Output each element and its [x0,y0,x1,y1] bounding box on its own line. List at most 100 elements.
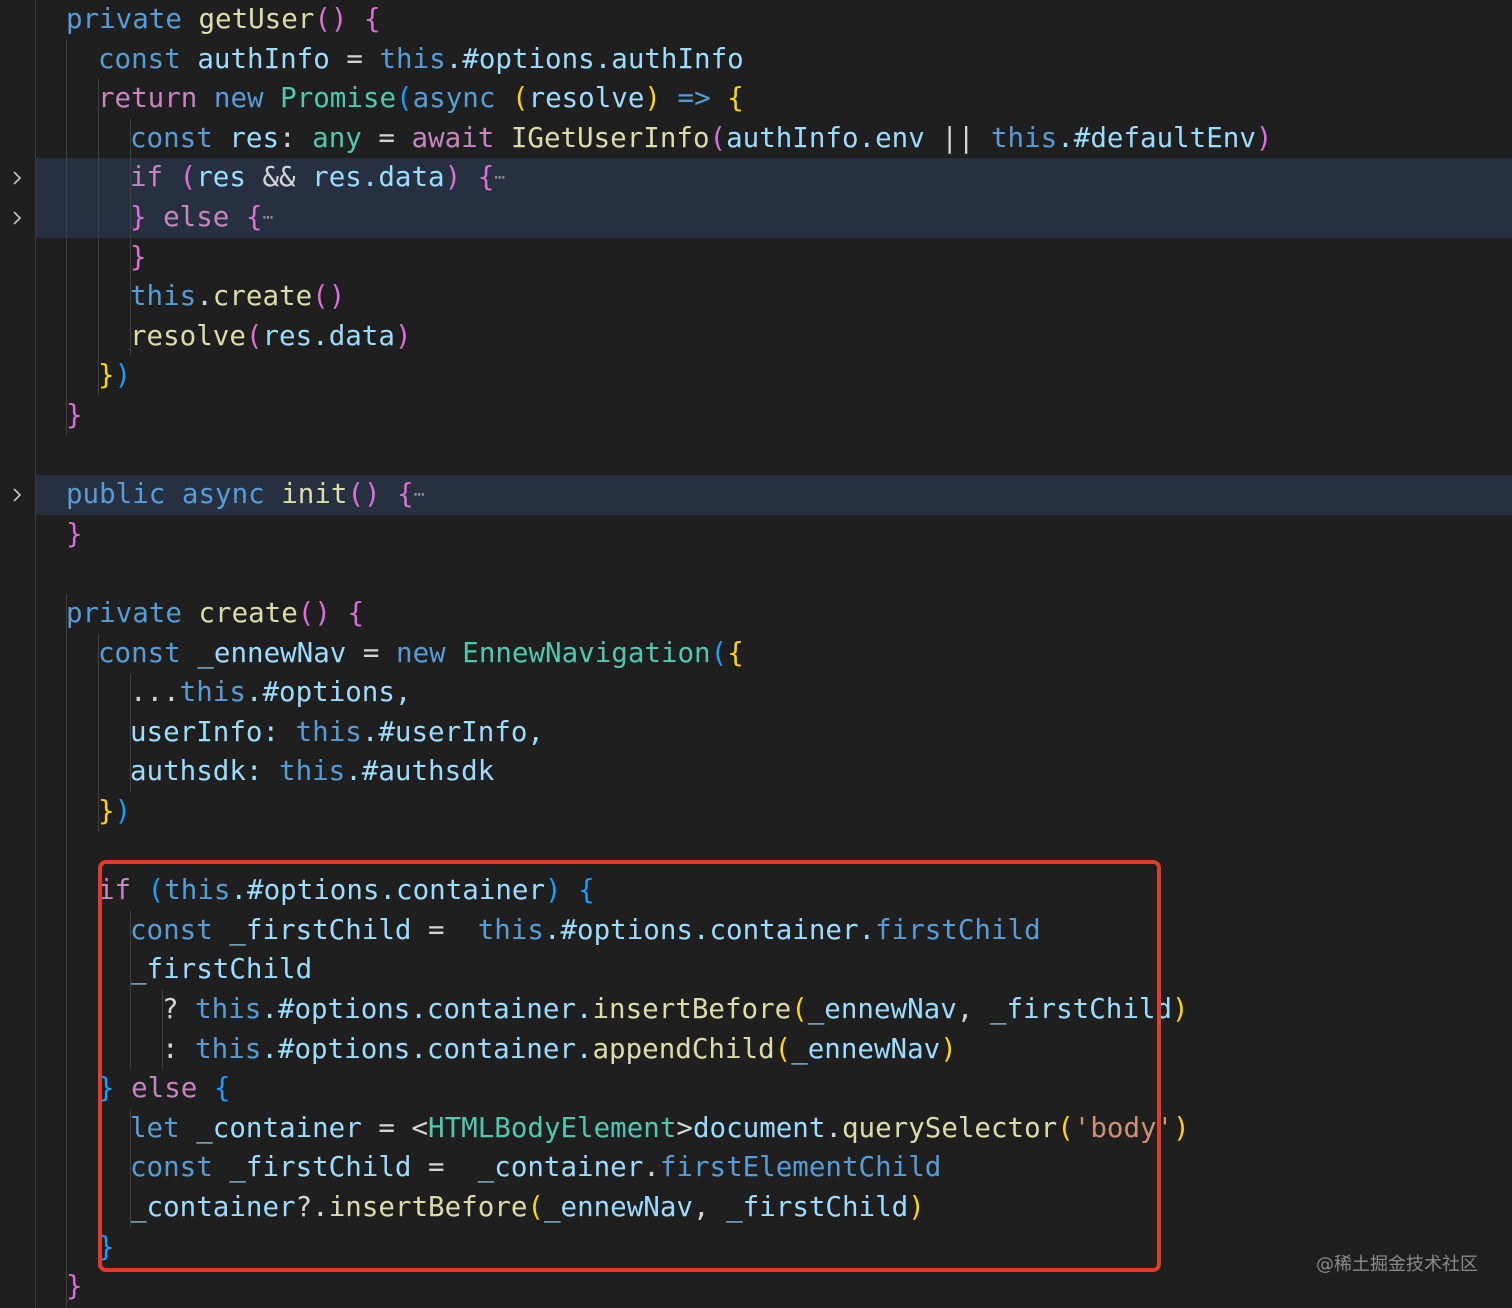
chevron-right-icon[interactable] [8,486,26,504]
code-token: : [279,121,313,154]
code-line[interactable]: resolve(res.data) [36,317,1512,357]
code-line[interactable]: private getUser() { [36,0,1512,40]
code-token: } [98,795,115,827]
code-text: }) [98,792,131,832]
code-text: this.create() [130,277,345,317]
code-token: => [660,82,728,115]
code-line[interactable]: }) [36,792,1512,832]
code-token: new [396,636,463,669]
code-text: if (res && res.data) {⋯ [130,158,505,198]
indent-guide [66,594,67,1307]
code-token: ) [114,795,132,827]
code-token: ( [710,636,728,669]
code-token: res [262,319,313,352]
code-token: ) [1255,121,1273,154]
code-token: () [347,478,398,511]
code-text: const res: any = await IGetUserInfo(auth… [130,119,1272,159]
code-line[interactable]: } [36,396,1512,436]
code-text: userInfo: this.#userInfo, [130,713,544,753]
code-text: const authInfo = this.#options.authInfo [98,40,744,80]
code-line[interactable]: return new Promise(async (resolve) => { [36,79,1512,119]
code-token: || [941,121,991,154]
code-line[interactable]: public async init() {⋯ [36,475,1512,515]
code-token: { [397,478,414,511]
watermark: @稀土掘金技术社区 [1316,1254,1478,1275]
code-line[interactable]: userInfo: this.#userInfo, [36,713,1512,753]
code-token: = [346,636,397,669]
code-token: this [179,676,246,709]
code-token: res [312,161,362,194]
code-token: ) [444,161,478,194]
code-token: EnnewNavigation [462,636,711,669]
code-token: this [295,715,362,748]
indent-guide [130,673,131,792]
code-line[interactable]: } else {⋯ [36,198,1512,238]
code-token: () [312,280,346,313]
indent-guide [66,39,67,436]
folded-ellipsis-icon[interactable]: ⋯ [414,484,425,505]
highlight-annotation-box [98,860,1161,1272]
chevron-right-icon[interactable] [8,169,26,187]
code-token: private [66,3,199,35]
code-token: resolve [528,82,645,115]
code-token: await [411,121,511,154]
code-token: ) [394,319,412,352]
code-token: .#userInfo, [361,715,544,748]
code-token: return [98,82,214,115]
code-token: .env [858,121,942,154]
code-line[interactable]: if (res && res.data) {⋯ [36,158,1512,198]
folded-ellipsis-icon[interactable]: ⋯ [262,207,273,228]
code-token: ) [1172,993,1189,1025]
code-token: this [279,755,346,788]
code-token: . [196,280,213,313]
code-text: return new Promise(async (resolve) => { [98,79,744,119]
chevron-right-icon[interactable] [8,209,26,227]
code-line[interactable]: const res: any = await IGetUserInfo(auth… [36,119,1512,159]
code-line[interactable]: this.create() [36,277,1512,317]
code-token: res [196,161,263,194]
code-line[interactable]: } [36,515,1512,555]
code-token: this [130,280,197,313]
code-text: } else {⋯ [130,198,273,238]
indent-guide [130,118,131,357]
code-token: private [66,597,199,629]
code-token: new [213,82,281,115]
code-line[interactable]: private create() { [36,594,1512,634]
code-line[interactable]: authsdk: this.#authsdk [36,752,1512,792]
code-line[interactable]: const _ennewNav = new EnnewNavigation({ [36,634,1512,674]
code-token: ( [396,82,413,115]
code-token: this [379,42,446,75]
code-token: any [312,121,362,154]
code-line[interactable]: ...this.#options, [36,673,1512,713]
editor-gutter [0,0,36,1308]
code-token: create [212,280,313,313]
code-token: .data [361,161,445,194]
code-text: resolve(res.data) [130,317,412,357]
code-token: res [229,121,280,154]
code-text: public async init() {⋯ [66,475,425,515]
code-token: ... [130,676,180,709]
code-text: private getUser() { [66,0,381,40]
code-line[interactable]: } [36,1267,1512,1307]
code-token: } [130,240,147,273]
code-text: ...this.#options, [130,673,411,713]
code-token: { [347,597,365,629]
code-token: && [262,161,313,194]
code-editor[interactable]: private getUser() {const authInfo = this… [0,0,1512,1308]
code-line[interactable]: const authInfo = this.#options.authInfo [36,40,1512,80]
code-token: { [477,161,495,194]
code-token: { [245,201,263,233]
code-token: ( [245,319,263,352]
code-token: const [98,636,198,669]
code-token: ( [179,161,197,194]
code-token: { [364,3,381,35]
code-line[interactable]: } [36,238,1512,278]
code-line[interactable]: }) [36,356,1512,396]
code-token: ) [1173,1111,1190,1144]
code-token: const [130,121,230,154]
code-token: } [66,1270,83,1303]
folded-ellipsis-icon[interactable]: ⋯ [494,168,505,189]
code-text: } [130,238,147,278]
